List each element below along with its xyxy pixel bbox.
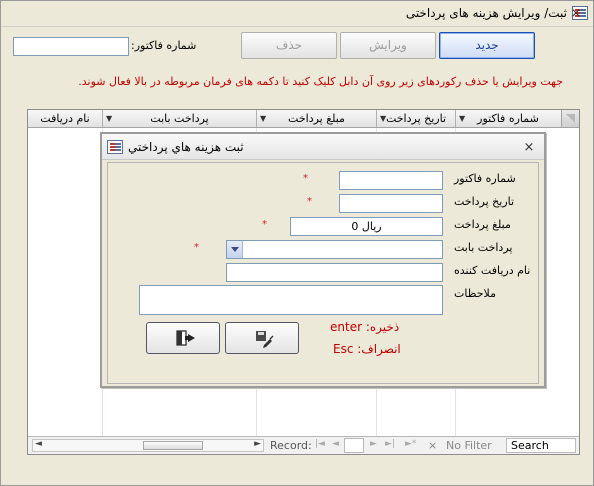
column-header-invoice[interactable]: شماره فاکتور ▼ [455, 110, 560, 127]
dialog-title: ثبت هزینه هاي پرداختي [128, 140, 244, 154]
search-input[interactable]: Search [506, 438, 576, 453]
column-header-label: پرداخت بابت [150, 112, 209, 125]
required-marker: * [307, 196, 312, 207]
invoice-field-label: شماره فاکتور [454, 172, 516, 185]
column-header-label: شماره فاکتور [477, 112, 539, 125]
filter-icon[interactable]: ⨯ [428, 439, 437, 452]
close-icon[interactable]: × [522, 141, 536, 155]
new-record-icon[interactable]: ►* [405, 439, 416, 449]
invoice-number-field[interactable] [339, 171, 443, 190]
edit-button[interactable]: ویرایش [340, 32, 436, 59]
column-header-reason[interactable]: پرداخت بابت ▼ [102, 110, 256, 127]
payment-date-field[interactable] [339, 194, 443, 213]
scroll-left-icon[interactable]: ◄ [35, 439, 42, 449]
close-icon[interactable]: × [569, 7, 583, 21]
next-record-icon[interactable]: ► [370, 439, 377, 449]
save-hint: ذخیره: enter [330, 320, 400, 334]
dialog-title-bar: ثبت هزینه هاي پرداختي × [102, 134, 544, 160]
form-icon [107, 140, 123, 154]
exit-door-icon [176, 330, 195, 346]
record-number-input[interactable] [344, 438, 364, 453]
delete-button[interactable]: حذف [241, 32, 337, 59]
chevron-down-icon[interactable]: ▼ [106, 110, 112, 127]
required-marker: * [262, 219, 267, 230]
receiver-field-label: نام دریافت کننده [454, 264, 531, 277]
no-filter-label[interactable]: No Filter [446, 439, 492, 452]
chevron-down-icon[interactable] [227, 241, 243, 258]
save-icon [256, 331, 274, 348]
scroll-right-icon[interactable]: ► [254, 439, 261, 449]
invoice-filter-label: شماره فاکتور: [131, 39, 197, 52]
payment-reason-combo[interactable] [226, 240, 443, 259]
chevron-down-icon[interactable]: ▼ [459, 110, 465, 127]
add-expense-dialog: ثبت هزینه هاي پرداختي × شماره فاکتور * ت… [100, 132, 546, 388]
notes-field[interactable] [139, 285, 443, 315]
payment-amount-field[interactable]: ريال 0 [290, 217, 443, 236]
main-window: ثبت/ ویرایش هزینه های پرداختی × شماره فا… [0, 0, 594, 486]
required-marker: * [194, 242, 199, 253]
window-title: ثبت/ ویرایش هزینه های پرداختی [405, 6, 567, 20]
column-header-label: مبلغ پرداخت [288, 112, 345, 125]
column-header-receiver[interactable]: نام دریافت [28, 110, 102, 127]
invoice-filter-input[interactable] [13, 37, 129, 56]
record-label: Record: [270, 439, 312, 452]
scroll-thumb[interactable] [143, 441, 203, 450]
grid-header: شماره فاکتور ▼ تاریخ پرداخت ▼ مبلغ پرداخ… [28, 110, 579, 128]
column-header-label: نام دریافت [40, 112, 90, 125]
receiver-name-field[interactable] [226, 263, 443, 282]
amount-field-label: مبلغ پرداخت [454, 218, 511, 231]
select-all-corner[interactable] [561, 110, 579, 127]
chevron-down-icon[interactable]: ▼ [260, 110, 266, 127]
chevron-down-icon[interactable]: ▼ [380, 110, 386, 127]
required-marker: * [303, 173, 308, 184]
title-bar: ثبت/ ویرایش هزینه های پرداختی × [1, 1, 593, 27]
info-text: جهت ویرایش یا حذف رکوردهای زیر روی آن دا… [78, 75, 563, 88]
dialog-body: شماره فاکتور * تاریخ پرداخت * مبلغ پرداخ… [107, 162, 539, 384]
previous-record-icon[interactable]: ◄ [332, 439, 339, 449]
save-button[interactable] [225, 322, 299, 354]
horizontal-scrollbar[interactable]: ◄ ► [32, 439, 264, 452]
notes-field-label: ملاحظات [454, 287, 496, 300]
exit-button[interactable] [146, 322, 220, 354]
record-navigation-bar: ◄ ► Record: |◄ ◄ ► ►| ►* ⨯ No Filter Sea… [28, 436, 579, 454]
column-header-date[interactable]: تاریخ پرداخت ▼ [376, 110, 455, 127]
new-button[interactable]: جدید [439, 32, 535, 59]
cancel-hint: انصراف: Esc [333, 342, 401, 356]
date-field-label: تاریخ پرداخت [454, 195, 515, 208]
reason-field-label: پرداخت بابت [454, 241, 513, 254]
column-header-label: تاریخ پرداخت [385, 112, 447, 125]
column-header-amount[interactable]: مبلغ پرداخت ▼ [256, 110, 376, 127]
last-record-icon[interactable]: ►| [385, 439, 395, 449]
first-record-icon[interactable]: |◄ [315, 439, 325, 449]
